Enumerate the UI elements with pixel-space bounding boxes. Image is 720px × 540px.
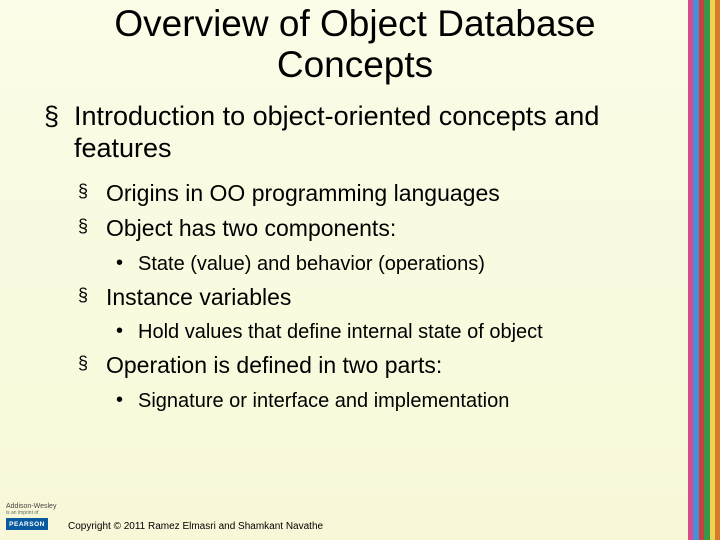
main-bullet: Introduction to object-oriented concepts… (44, 101, 648, 414)
publisher-logo: Addison-Wesley is an imprint of PEARSON (6, 503, 60, 530)
sub-bullet: Origins in OO programming languages (78, 179, 648, 208)
sub-bullet: Object has two components: State (value)… (78, 214, 648, 277)
publisher-name: Addison-Wesley (6, 503, 60, 510)
sub-bullet-text: Operation is defined in two parts: (106, 352, 442, 378)
sub-sub-bullet-text: State (value) and behavior (operations) (138, 253, 485, 275)
publisher-tagline: is an imprint of (6, 511, 60, 516)
sub-sub-bullet: Hold values that define internal state o… (116, 319, 648, 345)
main-bullet-text: Introduction to object-oriented concepts… (74, 101, 599, 163)
slide-content: Overview of Object Database Concepts Int… (0, 0, 688, 500)
sub-sub-bullet: Signature or interface and implementatio… (116, 388, 648, 414)
sub-bullet: Instance variables Hold values that defi… (78, 283, 648, 346)
sub-bullet-text: Object has two components: (106, 215, 396, 241)
sub-sub-bullet: State (value) and behavior (operations) (116, 251, 648, 277)
sub-sub-bullet-text: Hold values that define internal state o… (138, 321, 543, 343)
sub-bullet-text: Instance variables (106, 284, 291, 310)
sub-sub-bullet-text: Signature or interface and implementatio… (138, 390, 509, 412)
pearson-badge: PEARSON (6, 518, 48, 530)
slide-title: Overview of Object Database Concepts (50, 4, 660, 85)
slide-footer: Addison-Wesley is an imprint of PEARSON … (0, 502, 688, 540)
copyright-text: Copyright © 2011 Ramez Elmasri and Shamk… (68, 521, 323, 532)
sub-bullet-text: Origins in OO programming languages (106, 180, 500, 206)
sub-bullet: Operation is defined in two parts: Signa… (78, 351, 648, 414)
decorative-sidebar (688, 0, 720, 540)
